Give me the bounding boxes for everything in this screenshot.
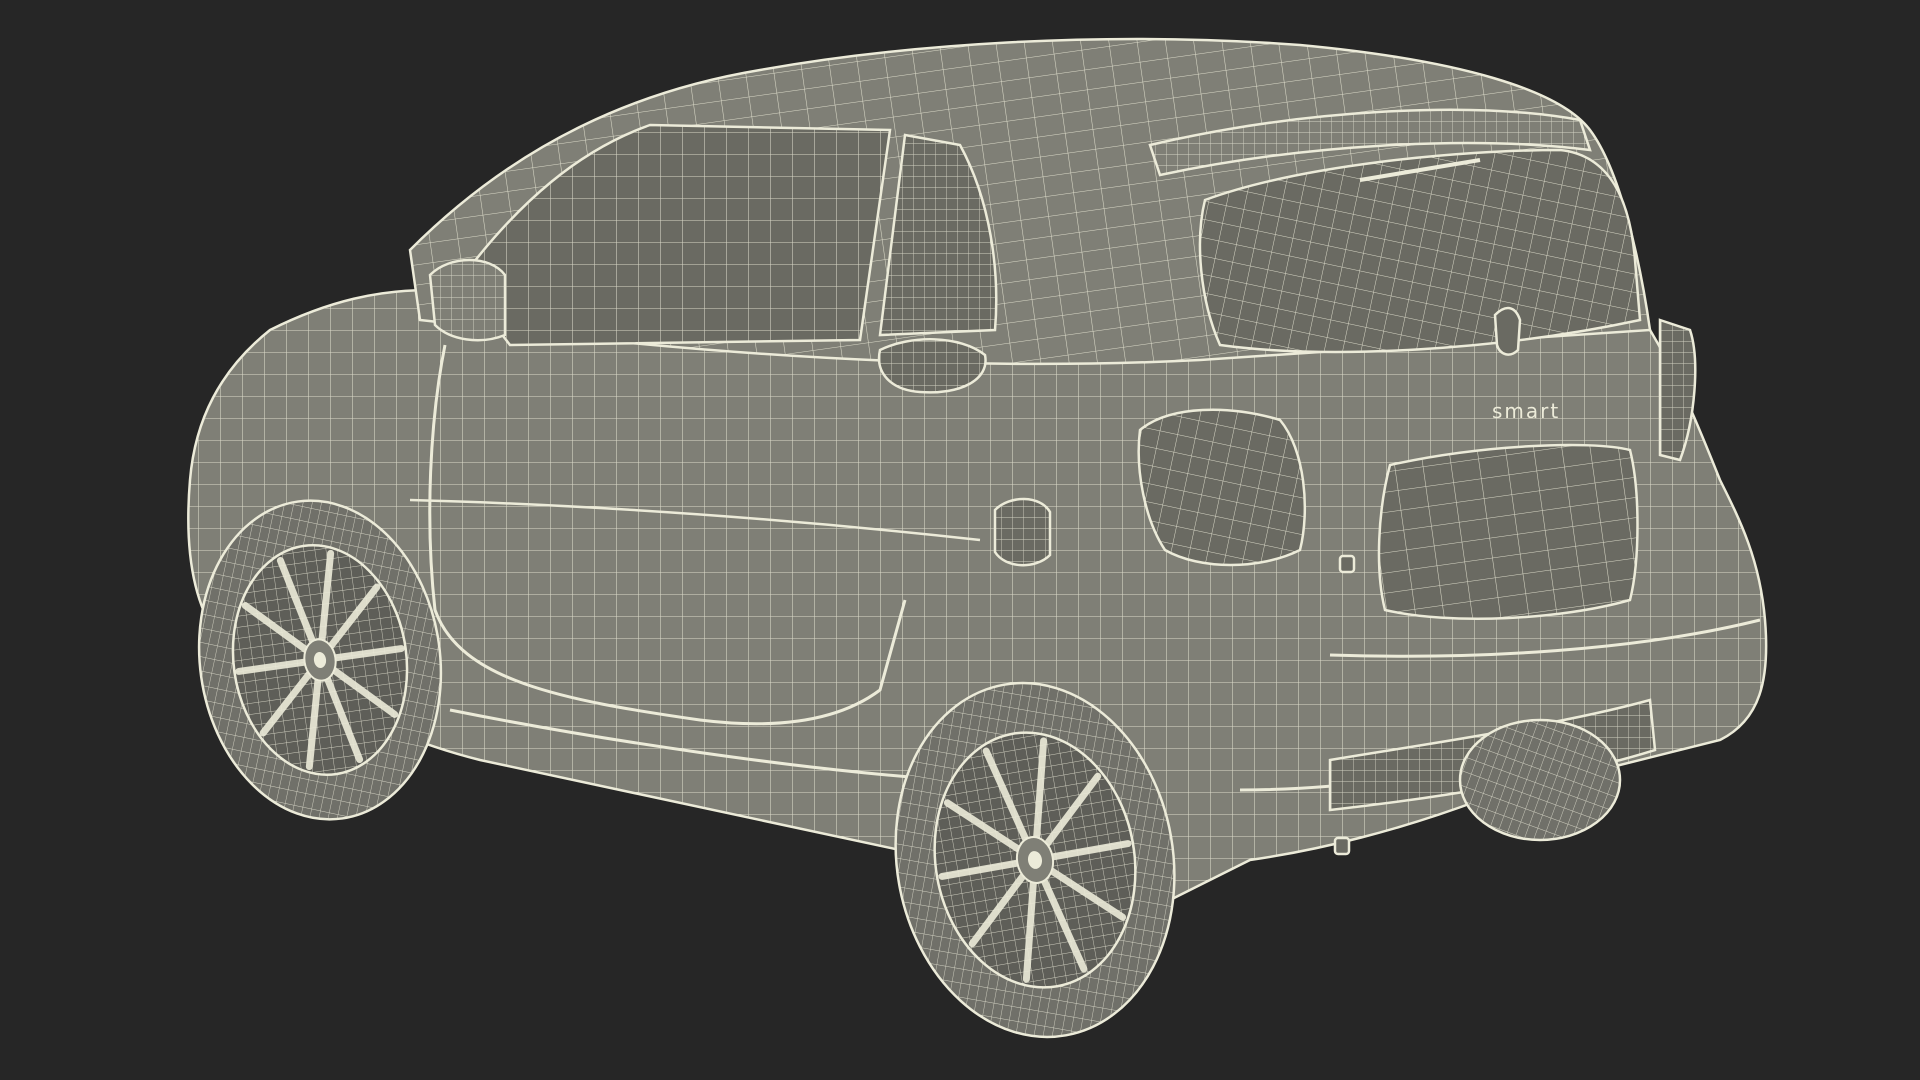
side-mirror	[428, 258, 507, 342]
wireframe-render: smart	[0, 0, 1920, 1080]
rear-badge: smart	[1492, 399, 1560, 423]
tire-mesh	[1460, 720, 1620, 840]
reflector-left	[1333, 836, 1351, 856]
wheel-front-far	[1458, 718, 1622, 842]
emblem-icon	[1493, 306, 1522, 356]
reflector-right	[1338, 554, 1356, 574]
viewport: smart	[0, 0, 1920, 1080]
